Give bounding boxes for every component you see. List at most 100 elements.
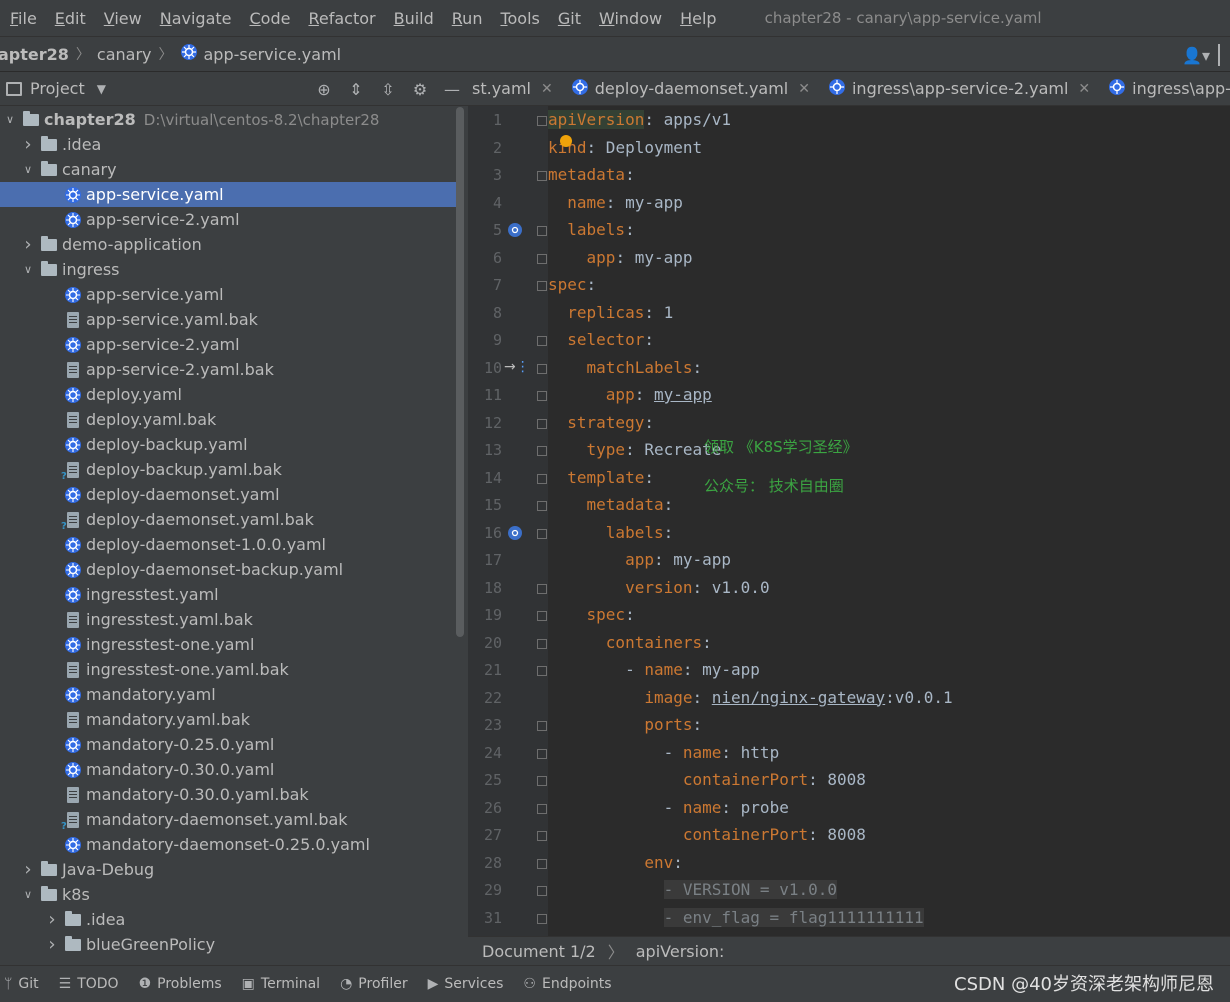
- tree-item[interactable]: app-service.yaml: [0, 182, 456, 207]
- fold-marker-icon[interactable]: [537, 253, 547, 264]
- fold-marker-icon[interactable]: [537, 501, 547, 511]
- fold-marker-icon[interactable]: [537, 858, 547, 869]
- fold-marker-icon[interactable]: [537, 116, 547, 126]
- tree-item[interactable]: mandatory-0.30.0.yaml: [0, 757, 456, 782]
- breadcrumb-file[interactable]: app-service.yaml: [204, 45, 342, 64]
- menu-git[interactable]: Git: [548, 9, 589, 28]
- git-tool-button[interactable]: ᛘ Git: [4, 976, 39, 992]
- fold-marker-icon[interactable]: [537, 446, 547, 456]
- menu-navigate[interactable]: Navigate: [150, 9, 240, 28]
- tab-ingress-app-service-2[interactable]: ingress\app-service-2.yaml ✕: [820, 72, 1100, 105]
- menu-file[interactable]: File: [0, 9, 45, 28]
- tree-item[interactable]: deploy-daemonset-backup.yaml: [0, 557, 456, 582]
- endpoints-tool-button[interactable]: ⚇ Endpoints: [523, 976, 611, 992]
- tab-st-yaml[interactable]: st.yaml ✕: [468, 72, 563, 105]
- tree-item[interactable]: › blueGreenPolicy: [0, 932, 456, 957]
- tree-item[interactable]: app-service-2.yaml: [0, 207, 456, 232]
- chevron-down-icon[interactable]: ∨: [20, 263, 36, 276]
- tree-item[interactable]: ∨ chapter28 D:\virtual\centos-8.2\chapter2…: [0, 107, 456, 132]
- tab-ingress-app-service[interactable]: ingress\app-service.yaml: [1100, 72, 1230, 105]
- chevron-right-icon[interactable]: ›: [20, 234, 36, 255]
- tree-item[interactable]: › Java-Debug: [0, 857, 456, 882]
- problems-tool-button[interactable]: ❶ Problems: [139, 976, 222, 992]
- tree-item[interactable]: deploy-daemonset.yaml.bak: [0, 507, 456, 532]
- project-panel-title[interactable]: Project: [30, 79, 85, 98]
- fold-marker-icon[interactable]: [537, 721, 547, 731]
- tree-item[interactable]: ingresstest-one.yaml.bak: [0, 657, 456, 682]
- fold-marker-icon[interactable]: [537, 226, 547, 236]
- tree-item[interactable]: deploy-backup.yaml: [0, 432, 456, 457]
- vcs-icon[interactable]: [1218, 44, 1230, 66]
- fold-marker-icon[interactable]: [537, 363, 547, 374]
- chevron-right-icon[interactable]: ›: [20, 859, 36, 880]
- tree-item[interactable]: app-service-2.yaml: [0, 332, 456, 357]
- chevron-down-icon[interactable]: ∨: [20, 888, 36, 901]
- tree-item[interactable]: deploy-backup.yaml.bak: [0, 457, 456, 482]
- user-account-icon[interactable]: 👤▾: [1182, 46, 1210, 65]
- fold-marker-icon[interactable]: [537, 831, 547, 841]
- breadcrumb-folder[interactable]: canary: [97, 45, 152, 64]
- tab-deploy-daemonset[interactable]: deploy-daemonset.yaml ✕: [563, 72, 820, 105]
- menu-refactor[interactable]: Refactor: [298, 9, 383, 28]
- fold-marker-icon[interactable]: [537, 473, 547, 484]
- tree-item[interactable]: mandatory.yaml.bak: [0, 707, 456, 732]
- tree-item[interactable]: ∨ k8s: [0, 882, 456, 907]
- menu-code[interactable]: Code: [240, 9, 299, 28]
- breadcrumb-project[interactable]: apter28: [0, 45, 69, 64]
- fold-marker-icon[interactable]: [537, 913, 547, 924]
- fold-marker-icon[interactable]: [537, 611, 547, 621]
- close-icon[interactable]: ✕: [1078, 81, 1090, 97]
- menu-build[interactable]: Build: [384, 9, 442, 28]
- menu-run[interactable]: Run: [442, 9, 491, 28]
- tree-item[interactable]: ingresstest.yaml: [0, 582, 456, 607]
- tree-item[interactable]: ∨ ingress: [0, 257, 456, 282]
- services-tool-button[interactable]: ▶ Services: [428, 976, 504, 992]
- fold-marker-icon[interactable]: [537, 528, 547, 539]
- profiler-tool-button[interactable]: ◔ Profiler: [340, 976, 408, 992]
- menu-edit[interactable]: Edit: [45, 9, 94, 28]
- tree-item[interactable]: › .idea: [0, 132, 456, 157]
- tree-item[interactable]: › .idea: [0, 907, 456, 932]
- menu-tools[interactable]: Tools: [490, 9, 547, 28]
- hide-icon[interactable]: —: [436, 80, 468, 99]
- tree-item[interactable]: deploy-daemonset.yaml: [0, 482, 456, 507]
- gear-icon[interactable]: ⚙: [404, 80, 436, 99]
- tree-item[interactable]: ingresstest.yaml.bak: [0, 607, 456, 632]
- code-editor[interactable]: apiVersion: apps/v1 kind: Deployment metad…: [548, 106, 1230, 936]
- expand-all-icon[interactable]: ⇕: [340, 80, 372, 99]
- fold-marker-icon[interactable]: [537, 886, 547, 896]
- menu-window[interactable]: Window: [589, 9, 670, 28]
- fold-marker-icon[interactable]: [537, 748, 547, 759]
- scrollbar[interactable]: [456, 107, 464, 637]
- fold-marker-icon[interactable]: [537, 281, 547, 291]
- tree-item[interactable]: app-service.yaml: [0, 282, 456, 307]
- collapse-all-icon[interactable]: ⇳: [372, 80, 404, 99]
- chevron-right-icon[interactable]: ›: [20, 134, 36, 155]
- tree-item[interactable]: mandatory-daemonset-0.25.0.yaml: [0, 832, 456, 857]
- fold-marker-icon[interactable]: [537, 776, 547, 786]
- fold-marker-icon[interactable]: [537, 418, 547, 429]
- todo-tool-button[interactable]: ☰ TODO: [59, 976, 119, 992]
- fold-marker-icon[interactable]: [537, 638, 547, 649]
- kubernetes-run-icon[interactable]: [506, 524, 524, 542]
- tree-item[interactable]: deploy.yaml: [0, 382, 456, 407]
- kubernetes-run-icon[interactable]: [506, 221, 524, 239]
- locate-icon[interactable]: ⊕: [308, 80, 340, 99]
- fold-marker-icon[interactable]: [537, 803, 547, 814]
- lightbulb-icon[interactable]: [560, 135, 572, 147]
- document-indicator[interactable]: Document 1/2: [482, 942, 596, 961]
- tree-item[interactable]: mandatory-0.25.0.yaml: [0, 732, 456, 757]
- fold-marker-icon[interactable]: [537, 171, 547, 181]
- chevron-right-icon[interactable]: ›: [44, 909, 60, 930]
- chevron-down-icon[interactable]: ▼: [97, 82, 106, 96]
- chevron-right-icon[interactable]: ›: [44, 934, 60, 955]
- fold-marker-icon[interactable]: [537, 391, 547, 401]
- tree-item[interactable]: mandatory-daemonset.yaml.bak: [0, 807, 456, 832]
- fold-marker-icon[interactable]: [537, 666, 547, 676]
- terminal-tool-button[interactable]: ▣ Terminal: [242, 976, 320, 992]
- fold-marker-icon[interactable]: [537, 583, 547, 594]
- chevron-down-icon[interactable]: ∨: [2, 113, 18, 126]
- tree-item[interactable]: › demo-application: [0, 232, 456, 257]
- tree-item[interactable]: deploy-daemonset-1.0.0.yaml: [0, 532, 456, 557]
- menu-help[interactable]: Help: [670, 9, 724, 28]
